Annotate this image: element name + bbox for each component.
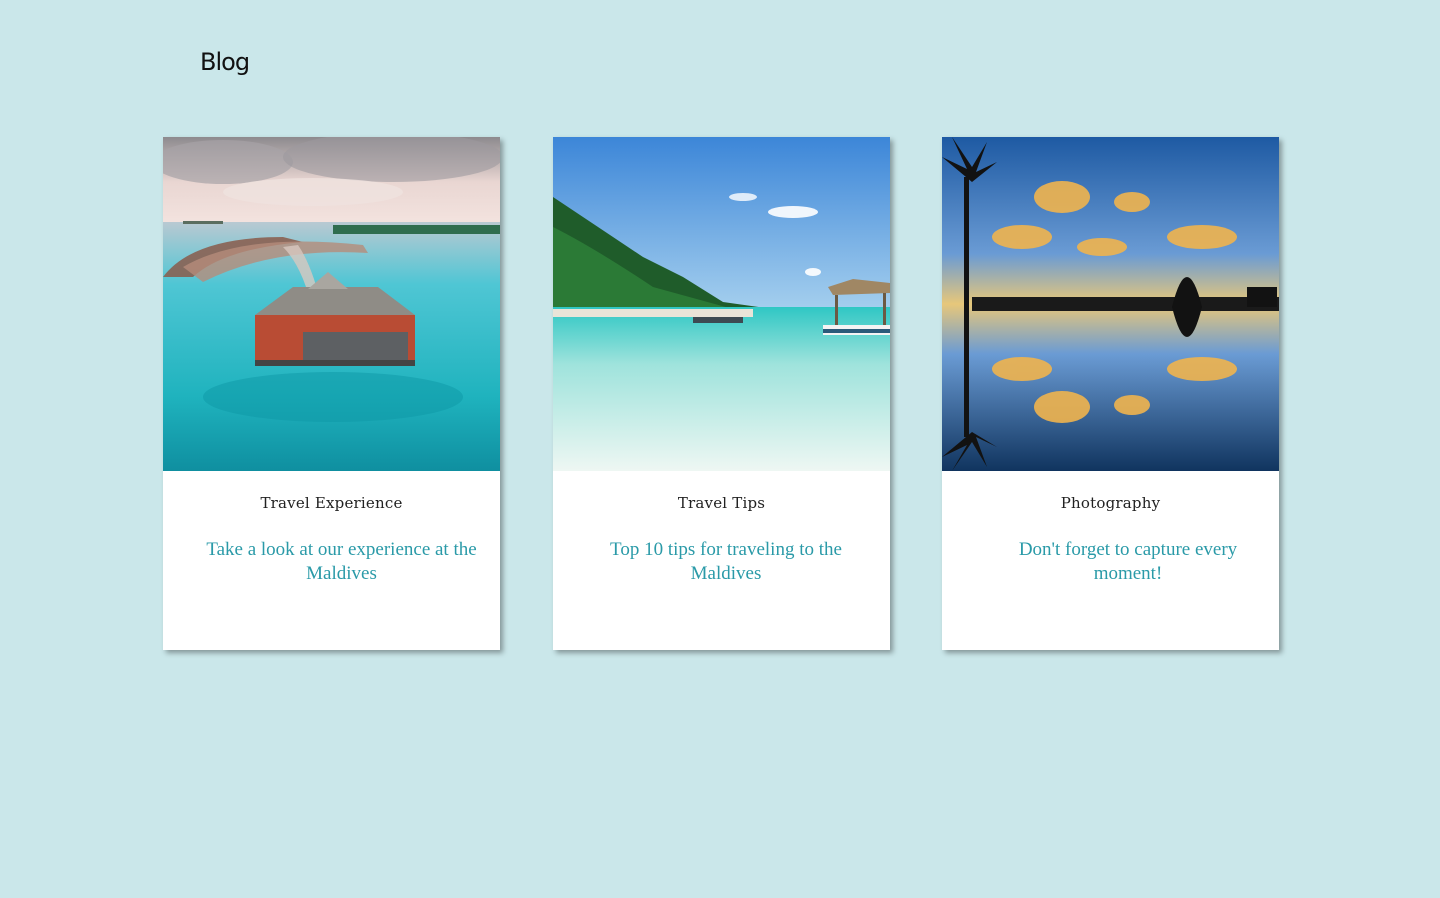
post-image[interactable] [553, 137, 890, 471]
sunset-reflection-photo [942, 137, 1279, 471]
blog-post-card[interactable]: Photography Don't forget to capture ever… [942, 137, 1279, 650]
blog-post-card[interactable]: Travel Experience Take a look at our exp… [163, 137, 500, 650]
post-category: Travel Tips [677, 494, 766, 512]
post-category: Travel Experience [260, 494, 403, 512]
blog-post-card[interactable]: Travel Tips Top 10 tips for traveling to… [553, 137, 890, 650]
page-title: Blog [200, 48, 250, 76]
post-category: Photography [1060, 494, 1161, 512]
post-headline-link[interactable]: Don't forget to capture every moment! [988, 538, 1268, 586]
post-image[interactable] [942, 137, 1279, 471]
tropical-beach-photo [553, 137, 890, 471]
post-headline-link[interactable]: Top 10 tips for traveling to the Maldive… [581, 538, 871, 586]
post-headline-link[interactable]: Take a look at our experience at the Mal… [199, 538, 484, 586]
maldives-overwater-resort-photo [163, 137, 500, 471]
post-image[interactable] [163, 137, 500, 471]
